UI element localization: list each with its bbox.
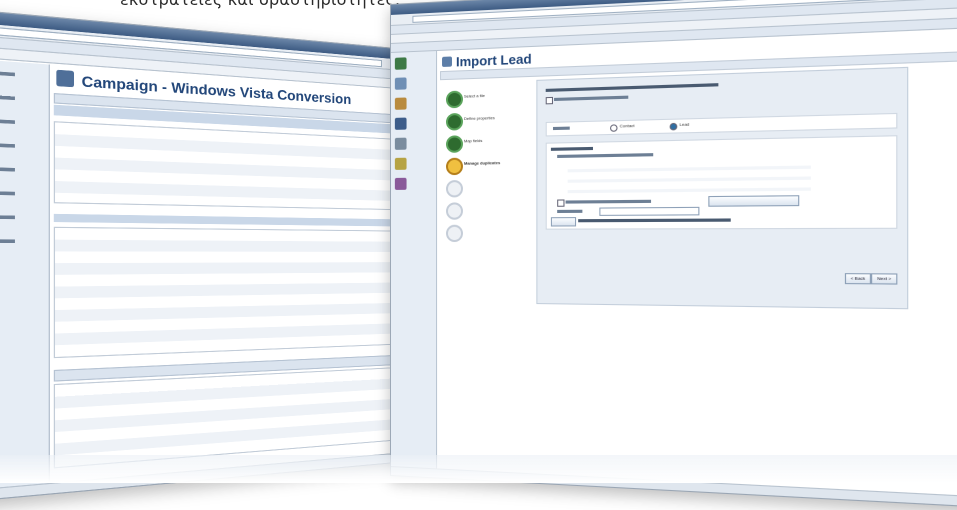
- contact-radio[interactable]: [610, 124, 618, 132]
- crm-nav-pane: [390, 51, 438, 478]
- nav-item[interactable]: [0, 159, 46, 182]
- campaigns-icon: [394, 117, 407, 130]
- budget-table: [53, 226, 409, 359]
- allow-duplicates-checkbox[interactable]: [545, 96, 553, 105]
- reports-icon: [394, 157, 407, 170]
- nav-item[interactable]: [0, 183, 46, 205]
- step-pending-icon: [446, 224, 463, 243]
- floor-reflection: [0, 455, 957, 483]
- nav-item[interactable]: [0, 110, 46, 135]
- nav-item[interactable]: [393, 135, 434, 153]
- calendar-icon: [394, 137, 407, 150]
- wizard-step-label: Manage duplicates: [463, 160, 501, 166]
- nav-item[interactable]: [0, 207, 46, 229]
- nav-item[interactable]: [393, 54, 434, 73]
- related-grid: [53, 366, 409, 469]
- contact-radio-label: Contact: [619, 122, 635, 129]
- group-heading-text: [550, 146, 593, 151]
- page-title: Import Lead: [455, 51, 532, 70]
- caption-text: εκστρατείες και δραστηριότητες.: [120, 0, 400, 9]
- record-type-row: Contact Lead: [545, 112, 898, 137]
- step-complete-icon: [446, 135, 463, 153]
- import-wizard: Import Lead Select a file Define propert…: [440, 31, 957, 492]
- wizard-step-label: Select a file: [463, 92, 485, 99]
- contacts-icon: [394, 97, 407, 110]
- secondary-match-button[interactable]: [708, 195, 800, 207]
- step-complete-icon: [446, 112, 463, 131]
- record-type-label: [552, 126, 570, 131]
- nav-item[interactable]: [393, 175, 434, 193]
- step-complete-icon: [446, 90, 463, 109]
- wizard-step-label: Define properties: [463, 115, 495, 122]
- budget-header: [53, 213, 436, 227]
- crm-nav-pane: [0, 57, 50, 503]
- nav-item[interactable]: [393, 155, 434, 173]
- lead-radio-label: Lead: [679, 121, 690, 128]
- instruction-text: [545, 83, 719, 92]
- import-lead-icon: [442, 56, 452, 67]
- form-icon: [56, 69, 75, 88]
- nav-item[interactable]: [393, 115, 434, 133]
- run-test-button[interactable]: [550, 217, 577, 227]
- marketing-icon: [394, 177, 407, 190]
- checkbox-label-text: [554, 95, 629, 102]
- back-button[interactable]: < Back: [844, 273, 872, 285]
- step-current-icon: [446, 157, 463, 176]
- field-options-grid[interactable]: [567, 157, 811, 194]
- test-result-text: [578, 218, 731, 223]
- nav-item[interactable]: [0, 86, 46, 112]
- duplicates-panel: Contact Lead < Back Next >: [536, 66, 909, 310]
- details-fields: [53, 121, 409, 211]
- warning-checkbox[interactable]: [557, 199, 565, 207]
- step-pending-icon: [446, 202, 463, 220]
- import-lead-window: Import Lead Select a file Define propert…: [390, 0, 957, 510]
- condition-label: [557, 209, 583, 214]
- match-fields-group: [545, 135, 898, 230]
- nav-item[interactable]: [0, 134, 46, 158]
- condition-select[interactable]: [599, 206, 700, 216]
- warning-checkbox-label: [565, 199, 652, 204]
- campaign-window: Campaign - Windows Vista Conversion: [0, 7, 441, 504]
- group-subheading-text: [557, 153, 654, 159]
- nav-item[interactable]: [393, 95, 434, 113]
- wizard-step-label: Map fields: [463, 137, 483, 144]
- step-pending-icon: [446, 180, 463, 198]
- nav-item[interactable]: [393, 74, 434, 93]
- lead-radio[interactable]: [669, 122, 678, 131]
- workplace-icon: [394, 57, 407, 70]
- wizard-steps: Select a file Define properties Map fiel…: [444, 82, 530, 288]
- nav-item[interactable]: [0, 232, 46, 253]
- nav-item[interactable]: [0, 61, 46, 87]
- accounts-icon: [394, 77, 407, 90]
- next-button[interactable]: Next >: [871, 273, 898, 285]
- campaign-form: Campaign - Windows Vista Conversion: [53, 67, 436, 488]
